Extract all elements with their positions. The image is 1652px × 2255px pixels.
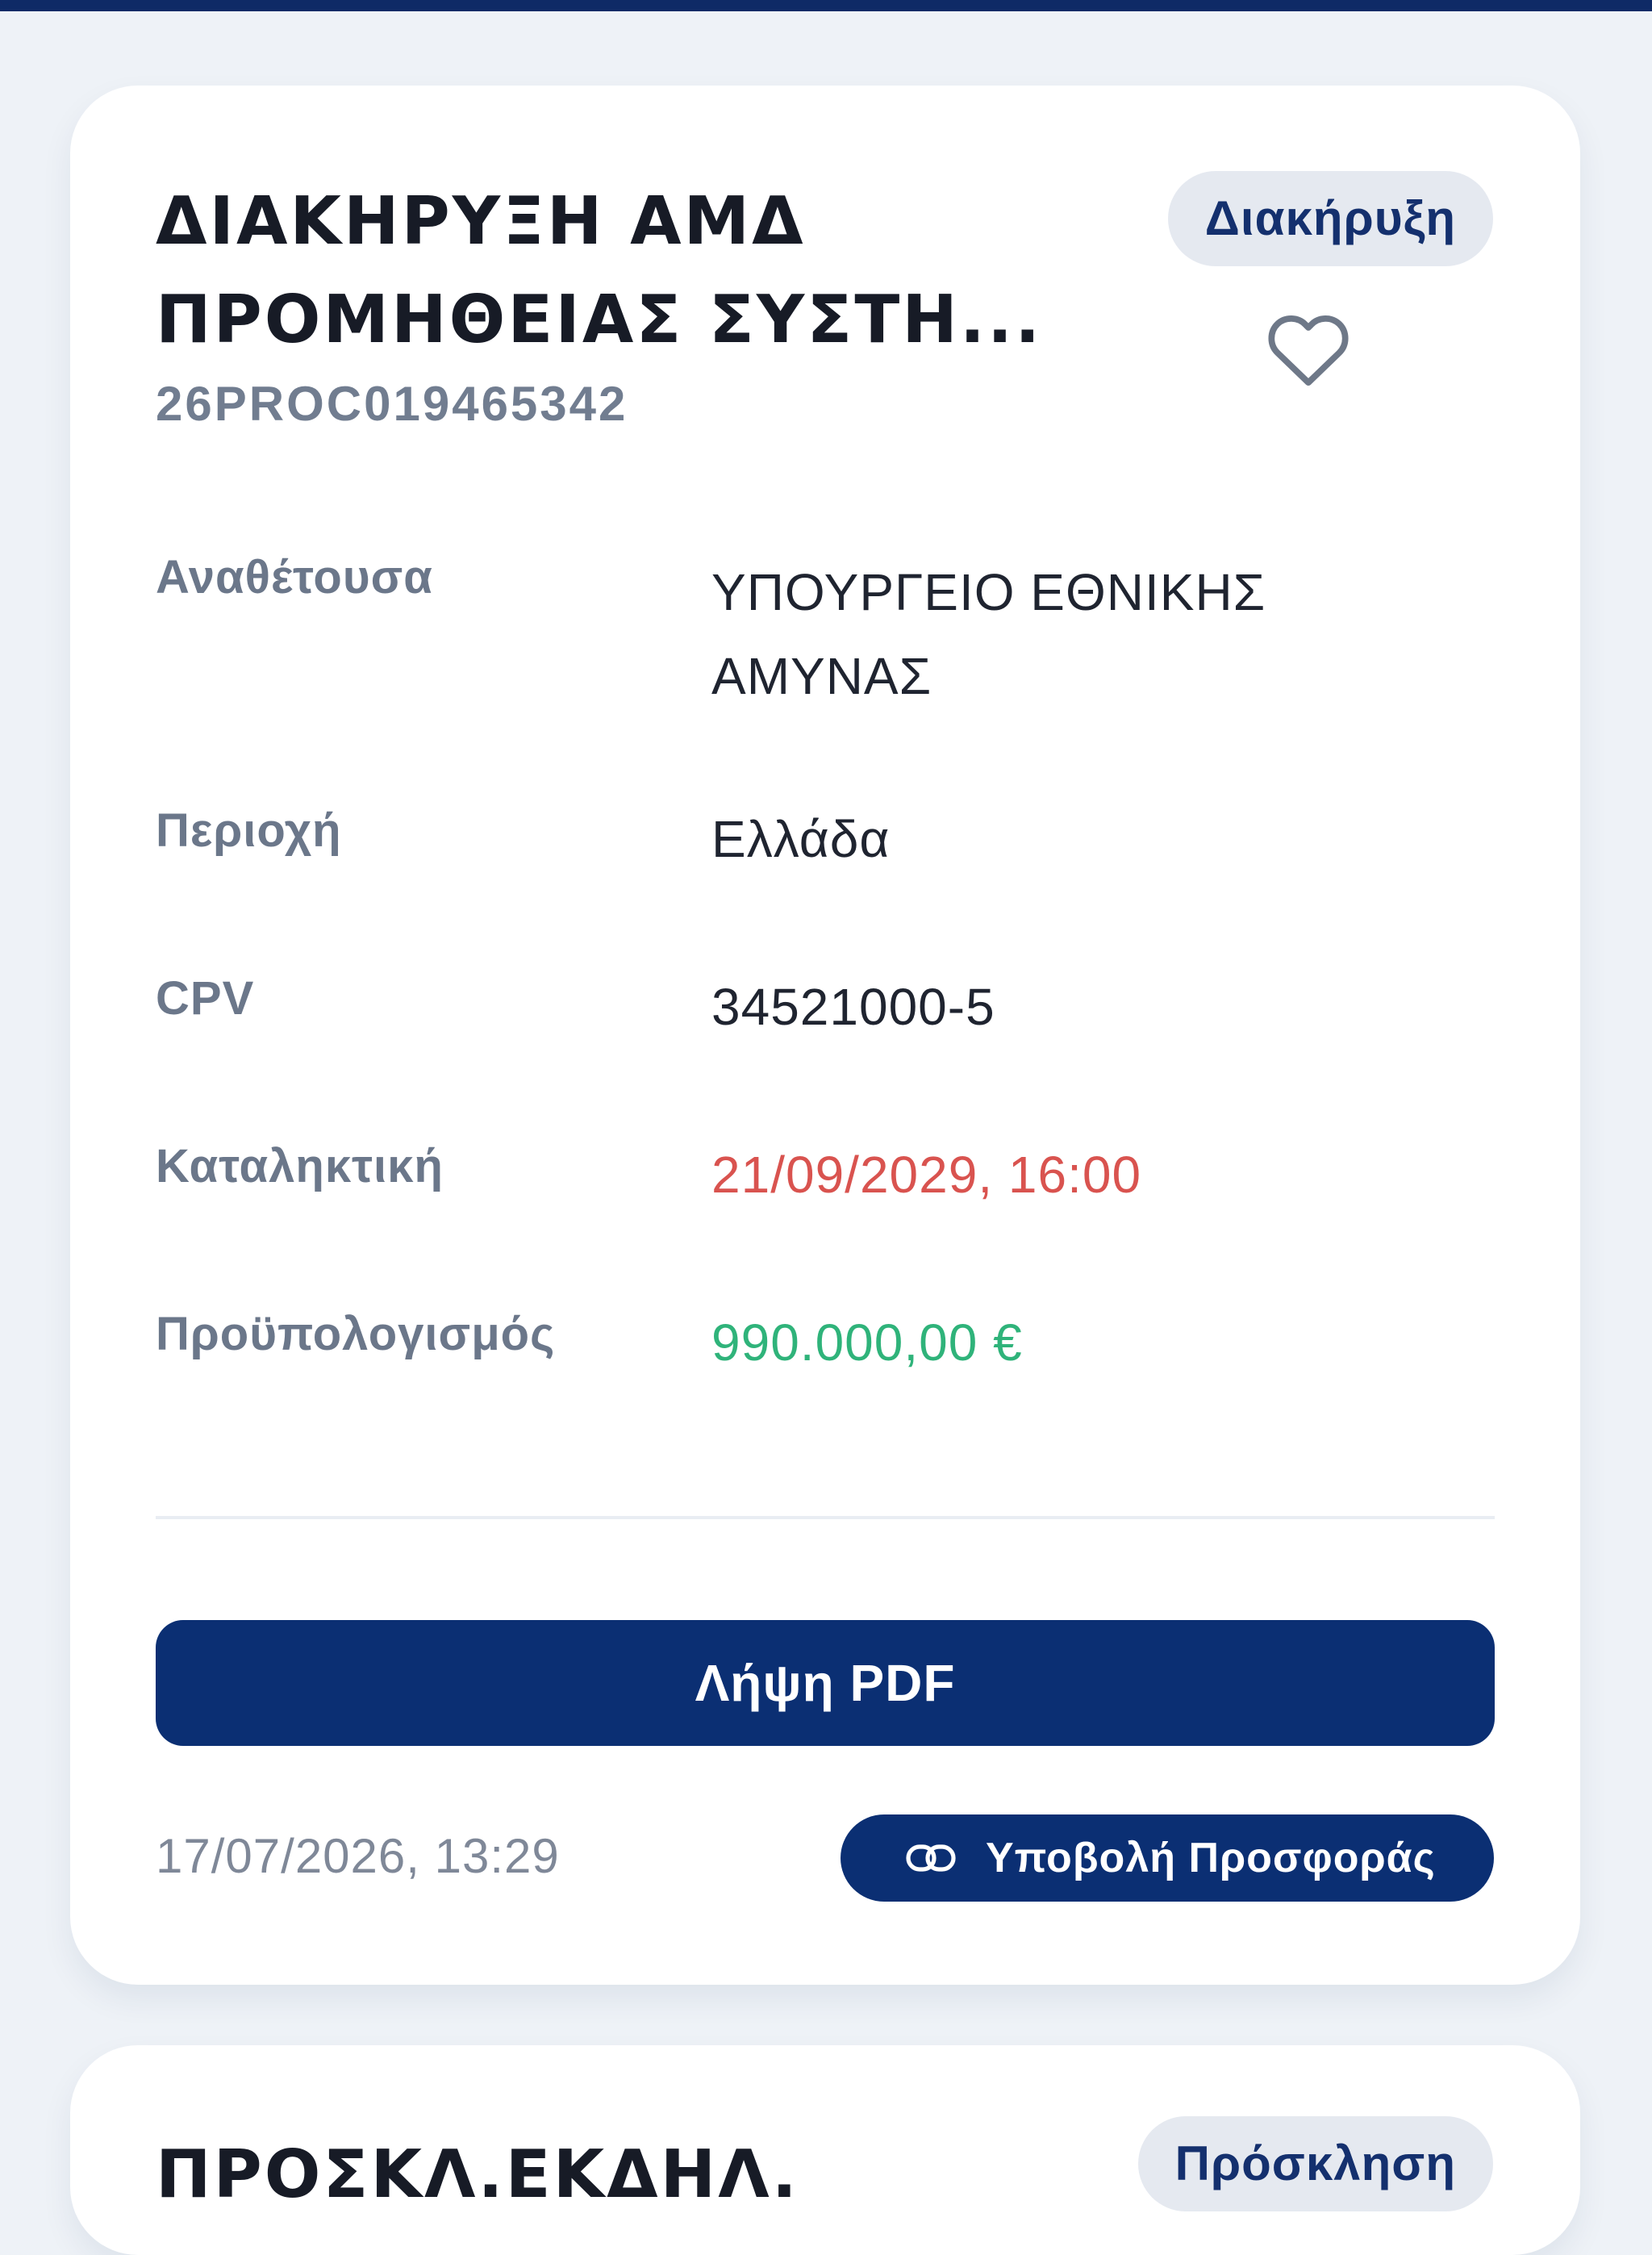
- tender-card[interactable]: ΠΡΟΣΚΛ.ΕΚΔΗΛ. Πρόσκληση: [70, 2045, 1580, 2255]
- deadline-value: 21/09/2029, 16:00: [711, 1146, 1142, 1204]
- submit-offer-button[interactable]: Υποβολή Προσφοράς: [841, 1814, 1494, 1902]
- deadline-label: Καταληκτική: [156, 1140, 444, 1192]
- submit-offer-label: Υποβολή Προσφοράς: [986, 1835, 1436, 1881]
- cpv-label: CPV: [156, 972, 255, 1025]
- heart-outline-icon[interactable]: [1264, 307, 1353, 388]
- cpv-value: 34521000-5: [711, 978, 995, 1036]
- region-label: Περιοχή: [156, 804, 342, 857]
- region-value: Ελλάδα: [711, 810, 891, 868]
- card-divider: [156, 1516, 1495, 1519]
- download-pdf-button[interactable]: Λήψη PDF: [156, 1620, 1495, 1746]
- tender-title: ΠΡΟΣΚΛ.ΕΚΔΗΛ.: [156, 2136, 799, 2213]
- contracting-authority-value: ΥΠΟΥΡΓΕΙΟ ΕΘΝΙΚΗΣ ΑΜΥΝΑΣ: [711, 563, 1266, 705]
- budget-value: 990.000,00 €: [711, 1313, 1023, 1372]
- contracting-authority-label: Αναθέτουσα: [156, 551, 433, 603]
- tender-reference-number: 26PROC019465342: [156, 377, 628, 431]
- link-icon: [906, 1844, 956, 1872]
- tender-title: ΔΙΑΚΗΡΥΞΗ ΑΜΔ ΠΡΟΜΗΘΕΙΑΣ ΣΥΣΤΗ...: [156, 183, 1043, 358]
- top-app-bar: [0, 0, 1652, 11]
- published-date: 17/07/2026, 13:29: [156, 1829, 560, 1883]
- tender-type-badge: Διακήρυξη: [1167, 171, 1493, 266]
- tender-card[interactable]: ΔΙΑΚΗΡΥΞΗ ΑΜΔ ΠΡΟΜΗΘΕΙΑΣ ΣΥΣΤΗ... 26PROC…: [70, 86, 1580, 1985]
- tender-type-badge: Πρόσκληση: [1137, 2116, 1493, 2211]
- budget-label: Προϋπολογισμός: [156, 1308, 556, 1360]
